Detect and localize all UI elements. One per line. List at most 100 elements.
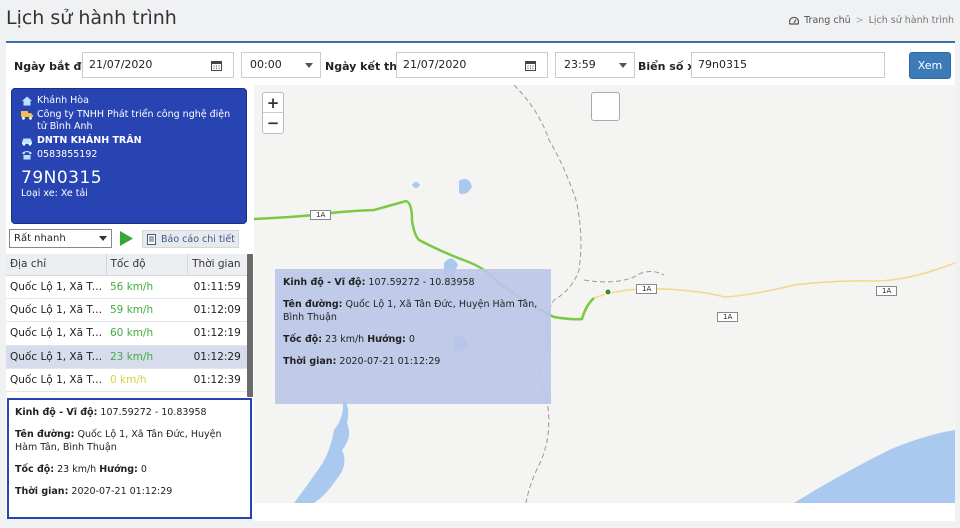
row-address: Quốc Lộ 1, Xã Tân Đức, Huyện Hàm Tân, Bì…	[6, 321, 106, 346]
chevron-down-icon	[305, 63, 313, 68]
table-row[interactable]: Quốc Lộ 1, Xã Tân Đức, Huyện Hàm Tân, Bì…	[6, 368, 253, 393]
row-speed: 60 km/h	[106, 321, 188, 346]
popup-speed-value: 23 km/h	[325, 334, 365, 345]
start-date-calendar-button[interactable]	[200, 52, 234, 78]
start-time-select[interactable]: 00:00	[241, 52, 321, 78]
info-coord-label: Kinh độ - Vĩ độ:	[15, 407, 98, 418]
tracking-panel: Ngày bắt đầu 21/07/2020 00:00 Ngày kết t…	[6, 41, 955, 521]
popup-speed-label: Tốc độ:	[283, 334, 323, 345]
column-header-address: Địa chỉ	[6, 254, 107, 276]
popup-heading-label: Hướng:	[367, 334, 406, 345]
info-speed-value: 23 km/h	[57, 464, 97, 475]
chevron-down-icon	[619, 63, 627, 68]
info-time-value: 2020-07-21 01:12:29	[71, 486, 173, 497]
zoom-in-button[interactable]: +	[263, 93, 283, 113]
row-address: Quốc Lộ 1, Xã Tân Đức, Huyện Hàm Tân, Bì…	[6, 275, 106, 299]
popup-coord-label: Kinh độ - Vĩ độ:	[283, 277, 366, 288]
playback-speed-value: Rất nhanh	[14, 233, 66, 244]
info-time-label: Thời gian:	[15, 486, 69, 497]
map-water-lake	[294, 397, 350, 503]
row-address: Quốc Lộ 1, Xã Tân Đức, Huyện Hàm Tân, Bì…	[6, 345, 106, 370]
phone-icon	[22, 151, 32, 160]
map-province-border	[583, 271, 665, 283]
end-time-select[interactable]: 23:59	[555, 52, 635, 78]
popup-street-label: Tên đường:	[283, 299, 343, 310]
vehicle-card: Khánh Hòa Công ty TNHH Phát triển công n…	[11, 88, 247, 224]
calendar-icon	[211, 60, 222, 71]
truck-icon	[21, 111, 33, 120]
breadcrumb-current: Lịch sử hành trình	[868, 15, 954, 26]
playback-speed-select[interactable]: Rất nhanh	[9, 229, 112, 248]
breadcrumb: Trang chủ > Lịch sử hành trình	[789, 15, 954, 26]
row-time: 01:12:09	[187, 298, 253, 323]
row-address: Quốc Lộ 1, Xã Tân Đức, Huyện Hàm Tân, Bì…	[6, 368, 106, 393]
info-coord-value: 107.59272 - 10.83958	[100, 407, 207, 418]
breadcrumb-home[interactable]: Trang chủ	[804, 15, 850, 26]
popup-coord-value: 107.59272 - 10.83958	[368, 277, 475, 288]
row-time: 01:11:59	[187, 275, 253, 299]
map-layer-button[interactable]	[591, 92, 620, 121]
report-icon	[147, 233, 156, 245]
play-icon[interactable]	[117, 229, 135, 248]
route-map[interactable]: 1A 1A 1A 1A + − Kinh độ - Vĩ độ: 107.592…	[254, 85, 955, 503]
row-time: 01:12:39	[187, 368, 253, 393]
vehicle-company: Công ty TNHH Phát triển công nghệ điện t…	[37, 109, 231, 132]
row-speed: 0 km/h	[106, 368, 188, 393]
vehicle-province: Khánh Hòa	[37, 95, 89, 106]
table-row[interactable]: Quốc Lộ 1, Xã Tân Đức, Huyện Hàm Tân, Bì…	[6, 275, 253, 299]
zoom-control: + −	[262, 92, 284, 134]
breadcrumb-separator: >	[855, 15, 864, 26]
popup-time-value: 2020-07-21 01:12:29	[339, 356, 441, 367]
road-label: 1A	[636, 284, 658, 294]
table-scrollbar[interactable]	[247, 254, 253, 397]
detail-report-label: Báo cáo chi tiết	[161, 233, 235, 245]
info-speed-label: Tốc độ:	[15, 464, 55, 475]
column-header-time: Thời gian	[187, 254, 253, 276]
row-address: Quốc Lộ 1, Xã Tân Đức, Huyện Hàm Tân, Bì…	[6, 298, 106, 323]
zoom-out-button[interactable]: −	[263, 113, 283, 133]
row-speed: 23 km/h	[106, 345, 188, 370]
end-date-calendar-button[interactable]	[514, 52, 548, 78]
road-label: 1A	[876, 286, 898, 296]
column-header-speed: Tốc độ	[106, 254, 189, 276]
plate-input[interactable]: 79n0315	[691, 52, 885, 78]
start-date-input[interactable]: 21/07/2020	[82, 52, 206, 78]
car-icon	[22, 138, 32, 146]
page-title: Lịch sử hành trình	[6, 7, 177, 29]
filter-bar: Ngày bắt đầu 21/07/2020 00:00 Ngày kết t…	[6, 43, 955, 85]
map-vehicle-marker	[604, 288, 612, 296]
vehicle-owner: DNTN KHÁNH TRÂN	[37, 135, 142, 146]
vehicle-type: Loại xe: Xe tải	[21, 188, 88, 199]
road-label: 1A	[717, 312, 739, 322]
table-row[interactable]: Quốc Lộ 1, Xã Tân Đức, Huyện Hàm Tân, Bì…	[6, 321, 253, 346]
info-street-label: Tên đường:	[15, 429, 75, 440]
home-icon	[22, 96, 32, 106]
view-button[interactable]: Xem	[909, 52, 951, 79]
row-speed: 56 km/h	[106, 275, 188, 299]
vehicle-plate: 79N0315	[21, 168, 103, 188]
road-label: 1A	[310, 210, 332, 220]
end-time-value: 23:59	[564, 58, 596, 71]
dashboard-icon	[789, 16, 800, 25]
row-time: 01:12:29	[187, 345, 253, 370]
detail-report-button[interactable]: Báo cáo chi tiết	[142, 230, 239, 248]
map-water-sea	[794, 430, 955, 503]
info-heading-value: 0	[140, 464, 147, 475]
calendar-icon	[525, 60, 536, 71]
end-date-input[interactable]: 21/07/2020	[396, 52, 520, 78]
track-table: Địa chỉ Tốc độ Thời gian Quốc Lộ 1, Xã T…	[6, 254, 253, 393]
popup-time-label: Thời gian:	[283, 356, 337, 367]
map-info-popup: Kinh độ - Vĩ độ: 107.59272 - 10.83958 Tê…	[275, 269, 551, 404]
row-speed: 59 km/h	[106, 298, 188, 323]
vehicle-phone: 0583855192	[37, 149, 98, 160]
map-water-lake	[412, 182, 420, 188]
chevron-down-icon	[99, 236, 107, 241]
table-row[interactable]: Quốc Lộ 1, Xã Tân Đức, Huyện Hàm Tân, Bì…	[6, 345, 253, 370]
row-time: 01:12:19	[187, 321, 253, 346]
map-footer	[254, 503, 955, 521]
info-heading-label: Hướng:	[99, 464, 138, 475]
map-water-lake	[459, 179, 472, 195]
table-row[interactable]: Quốc Lộ 1, Xã Tân Đức, Huyện Hàm Tân, Bì…	[6, 298, 253, 323]
start-time-value: 00:00	[250, 58, 282, 71]
point-info-panel: Kinh độ - Vĩ độ: 107.59272 - 10.83958 Tê…	[7, 398, 252, 519]
